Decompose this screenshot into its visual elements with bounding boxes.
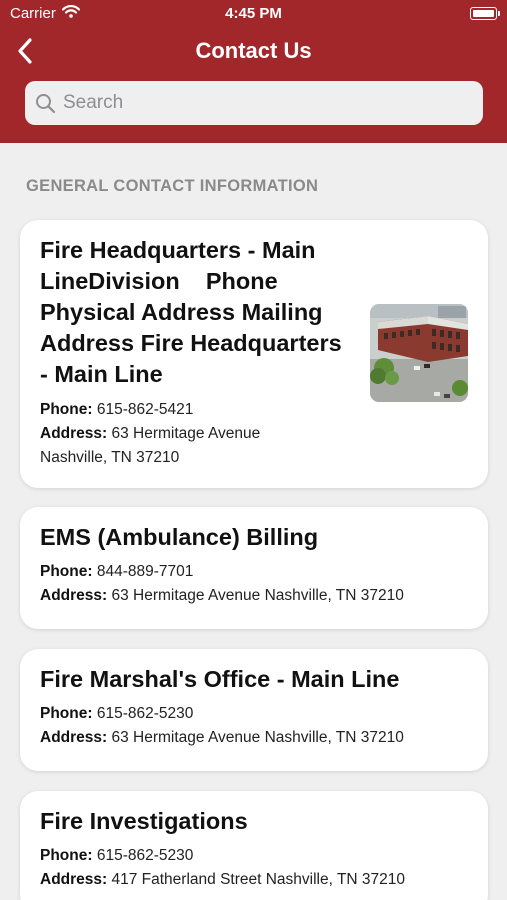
contact-address[interactable]: Address: 63 Hermitage Avenue Nashville, … [40,422,330,470]
contact-phone[interactable]: Phone: 844-889-7701 [40,560,468,584]
address-value: 63 Hermitage Avenue Nashville, TN 37210 [111,729,404,746]
address-label: Address: [40,587,108,604]
contact-address[interactable]: Address: 417 Fatherland Street Nashville… [40,868,468,892]
search-input[interactable] [63,92,463,114]
contact-card-ems-billing[interactable]: EMS (Ambulance) Billing Phone: 844-889-7… [20,507,488,629]
address-value: 63 Hermitage Avenue Nashville, TN 37210 [111,587,404,604]
header: Carrier 4:45 PM Contact Us [0,0,507,143]
search-bar[interactable] [25,81,483,125]
contact-title: EMS (Ambulance) Billing [40,524,319,550]
phone-label: Phone: [40,401,93,418]
contact-title: Fire Investigations [40,808,248,834]
contact-phone[interactable]: Phone: 615-862-5230 [40,844,468,868]
contact-phone[interactable]: Phone: 615-862-5230 [40,702,468,726]
phone-value: 615-862-5230 [96,847,194,864]
phone-value: 844-889-7701 [96,563,194,580]
search-icon [35,92,57,114]
address-label: Address: [40,871,108,888]
battery-icon [470,7,500,20]
phone-label: Phone: [40,847,93,864]
headquarters-building-photo [370,304,468,402]
address-value: 417 Fatherland Street Nashville, TN 3721… [111,871,406,888]
contact-phone[interactable]: Phone: 615-862-5421 [40,398,330,422]
status-time: 4:45 PM [225,5,282,22]
phone-value: 615-862-5421 [96,401,194,418]
contact-address[interactable]: Address: 63 Hermitage Avenue Nashville, … [40,584,468,608]
contact-card-fire-marshal[interactable]: Fire Marshal's Office - Main Line Phone:… [20,649,488,771]
section-header: GENERAL CONTACT INFORMATION [26,177,319,195]
page-title: Contact Us [195,38,312,63]
phone-label: Phone: [40,705,93,722]
contact-title: Fire Headquarters - Main LineDivision Ph… [40,237,349,387]
contact-card-fire-headquarters[interactable]: Fire Headquarters - Main LineDivision Ph… [20,220,488,488]
status-bar: Carrier 4:45 PM [0,0,507,28]
phone-label: Phone: [40,563,93,580]
address-label: Address: [40,425,108,442]
contact-title: Fire Marshal's Office - Main Line [40,666,400,692]
contact-card-fire-investigations[interactable]: Fire Investigations Phone: 615-862-5230 … [20,791,488,900]
phone-value: 615-862-5230 [96,705,194,722]
nav-bar: Contact Us [0,28,507,74]
address-label: Address: [40,729,108,746]
contact-address[interactable]: Address: 63 Hermitage Avenue Nashville, … [40,726,468,750]
